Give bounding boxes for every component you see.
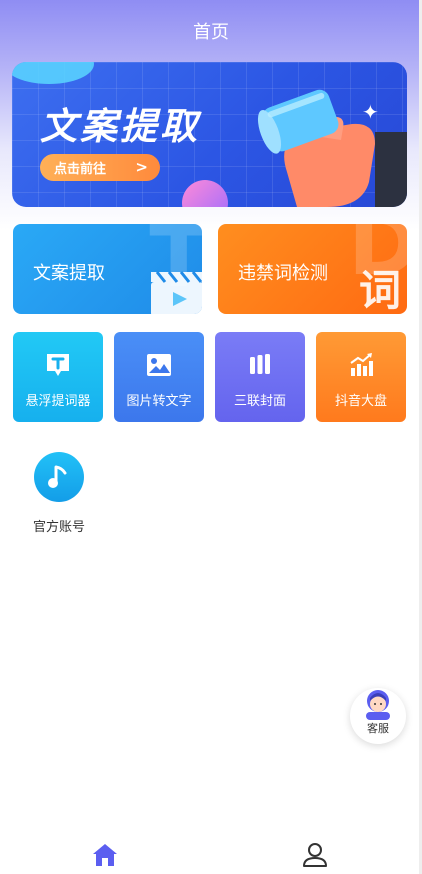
tab-profile[interactable] xyxy=(295,842,335,872)
tool-label: 悬浮提词器 xyxy=(25,394,91,409)
page-title: 首页 xyxy=(193,22,229,43)
official-account-entry[interactable]: 官方账号 xyxy=(24,452,94,535)
banner-go-button[interactable]: 点击前往 > xyxy=(40,154,160,181)
hand-scroll-illustration xyxy=(257,89,407,207)
tool-teleprompter[interactable]: 悬浮提词器 xyxy=(13,332,103,422)
tool-douyin-market[interactable]: 抖音大盘 xyxy=(316,332,406,422)
three-bars-icon xyxy=(250,354,270,374)
bottom-tab-bar xyxy=(0,834,422,874)
word-icon: 词 xyxy=(358,266,401,314)
bar-chart-trend-icon xyxy=(350,353,373,376)
feature-card-banned-words[interactable]: D 违禁词检测 词 xyxy=(218,224,407,314)
feature-card-text-extract[interactable]: T 文案提取 xyxy=(13,224,202,314)
support-agent-icon xyxy=(366,690,390,720)
banner-title: 文案提取 xyxy=(40,105,200,148)
customer-service-button[interactable]: 客服 xyxy=(350,688,406,744)
clapperboard-icon xyxy=(151,271,202,314)
chevron-right-icon: > xyxy=(135,158,148,176)
tool-label: 三联封面 xyxy=(233,394,286,409)
home-icon xyxy=(93,844,117,866)
sparkle-icon: ✦ xyxy=(362,100,379,124)
tool-image-to-text[interactable]: 图片转文字 xyxy=(114,332,204,422)
customer-service-label: 客服 xyxy=(367,722,389,735)
tab-home[interactable] xyxy=(85,842,125,872)
promo-banner[interactable]: 文案提取 点击前往 > ✦ xyxy=(12,62,407,207)
tool-label: 图片转文字 xyxy=(126,394,192,409)
tool-triple-cover[interactable]: 三联封面 xyxy=(215,332,305,422)
user-icon xyxy=(303,843,327,867)
feature-label: 违禁词检测 xyxy=(238,263,328,284)
image-icon xyxy=(147,354,171,376)
feature-label: 文案提取 xyxy=(33,263,105,284)
page-header: 首页 xyxy=(0,0,422,62)
official-account-label: 官方账号 xyxy=(32,520,85,535)
music-note-icon xyxy=(48,465,67,488)
official-account-icon-circle xyxy=(34,452,84,502)
text-bubble-icon xyxy=(47,354,69,376)
tool-label: 抖音大盘 xyxy=(334,394,387,409)
banner-button-label: 点击前往 xyxy=(54,162,107,177)
